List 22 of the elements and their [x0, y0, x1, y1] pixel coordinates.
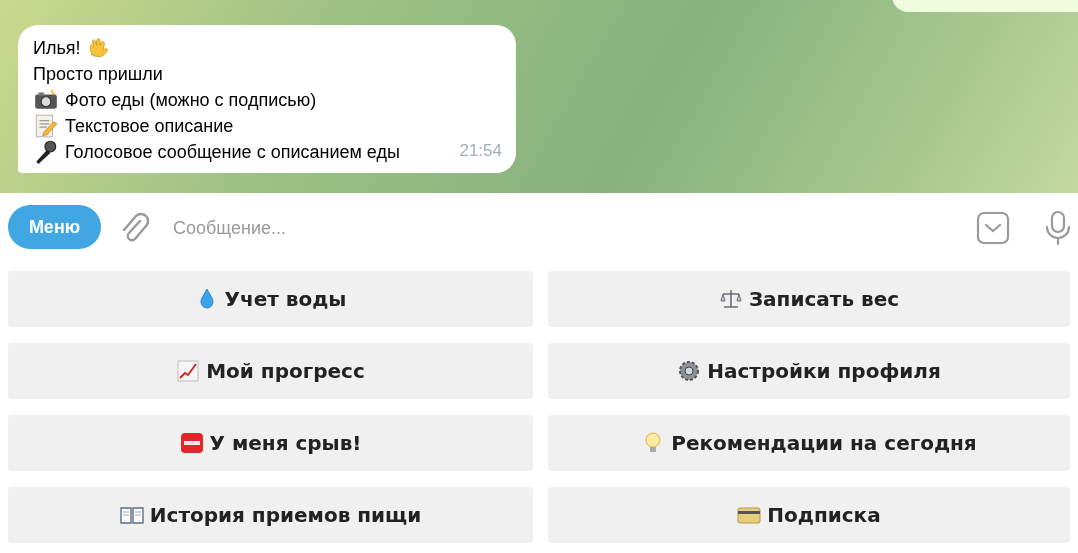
microphone-icon[interactable]	[1044, 210, 1072, 246]
keyboard-button[interactable]: Настройки профиля	[548, 343, 1070, 399]
message-input[interactable]: Сообщение...	[171, 212, 976, 244]
notepad-pencil-icon	[33, 113, 59, 139]
keyboard-button[interactable]: Учет воды	[8, 271, 533, 327]
keyboard-button[interactable]: Мой прогресс	[8, 343, 533, 399]
message-text-line: Фото еды (можно с подписью)	[65, 89, 317, 112]
message-text-line: Просто пришли	[33, 63, 163, 86]
message-text-line: Илья!	[33, 37, 81, 60]
gear-icon	[677, 359, 702, 383]
message-text-line: Голосовое сообщение с описанием еды	[65, 141, 400, 164]
message-time: 21:54	[459, 140, 502, 162]
keyboard-button[interactable]: Рекомендации на сегодня	[548, 415, 1070, 471]
line-chart-icon	[176, 359, 201, 383]
scales-icon	[718, 287, 743, 311]
keyboard-button[interactable]: Записать вес	[548, 271, 1070, 327]
keyboard-toggle-icon[interactable]	[976, 211, 1010, 245]
keyboard-button[interactable]: Подписка	[548, 487, 1070, 543]
keyboard-button[interactable]: У меня срыв!	[8, 415, 533, 471]
message-text-line: Текстовое описание	[65, 115, 234, 138]
keyboard-button[interactable]: История приемов пищи	[8, 487, 533, 543]
microphone-icon	[33, 139, 59, 165]
